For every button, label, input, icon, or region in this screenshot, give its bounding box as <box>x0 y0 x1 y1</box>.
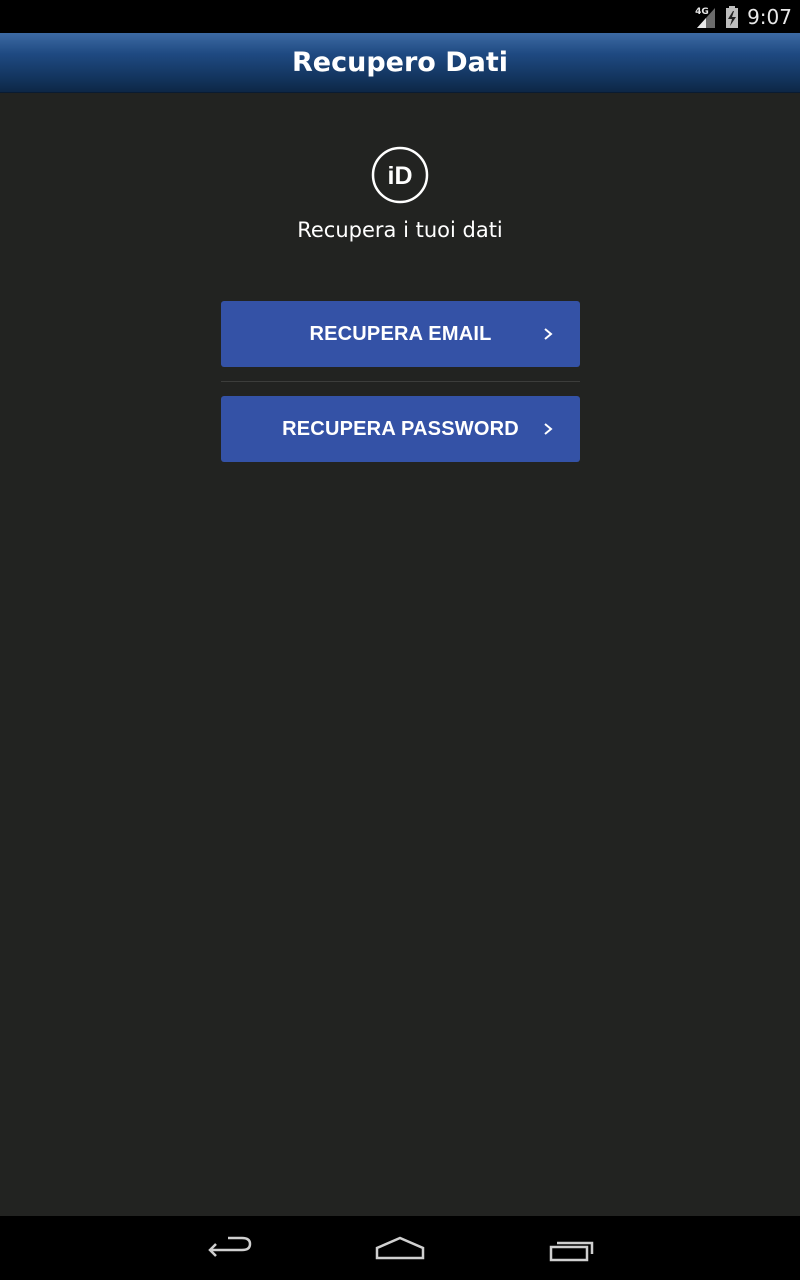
navigation-bar <box>0 1216 800 1280</box>
signal-icon: 4G <box>695 5 717 29</box>
app-bar: Recupero Dati <box>0 33 800 93</box>
home-icon <box>375 1236 425 1260</box>
recover-email-label: RECUPERA EMAIL <box>309 323 492 345</box>
chevron-right-icon <box>544 328 553 340</box>
recover-password-label: RECUPERA PASSWORD <box>282 418 519 440</box>
recent-apps-icon <box>549 1241 594 1262</box>
status-icons: 4G 9:07 <box>695 0 792 33</box>
home-button[interactable] <box>350 1216 450 1280</box>
status-time: 9:07 <box>747 4 792 29</box>
subtitle: Recupera i tuoi dati <box>297 218 503 242</box>
recover-password-button[interactable]: RECUPERA PASSWORD <box>221 396 580 462</box>
chevron-right-icon <box>544 423 553 435</box>
recover-email-button[interactable]: RECUPERA EMAIL <box>221 301 580 367</box>
recent-apps-button[interactable] <box>521 1216 621 1280</box>
id-icon-text: iD <box>388 162 413 190</box>
screen: 4G 9:07 Recupero Dati iD Recupera i tuoi… <box>0 0 800 1280</box>
back-button[interactable] <box>180 1216 280 1280</box>
status-bar: 4G 9:07 <box>0 0 800 33</box>
id-icon: iD <box>371 146 429 204</box>
page-title: Recupero Dati <box>291 47 509 78</box>
battery-charging-icon <box>725 5 739 29</box>
back-icon <box>208 1236 252 1257</box>
divider <box>221 381 580 382</box>
